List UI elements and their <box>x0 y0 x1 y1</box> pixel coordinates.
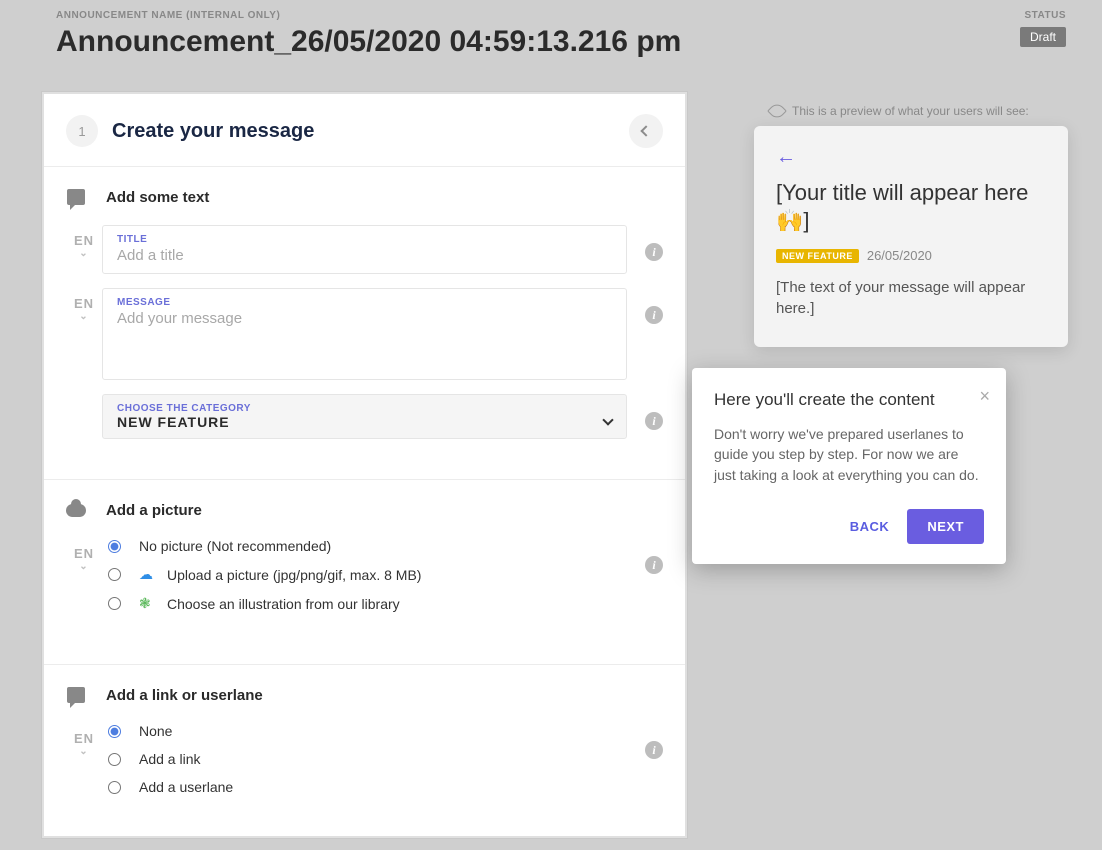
radio-add-userlane[interactable]: Add a userlane <box>108 779 627 795</box>
text-section: Add some text EN⌄ TITLE i EN⌄ MESSAGE i … <box>44 167 685 480</box>
message-input-box[interactable]: MESSAGE <box>102 288 627 380</box>
collapse-button[interactable] <box>629 114 663 148</box>
status-badge: Draft <box>1020 27 1066 47</box>
info-icon[interactable]: i <box>645 412 663 430</box>
radio-link-none[interactable]: None <box>108 723 627 739</box>
chevron-down-icon <box>602 414 613 425</box>
step-number: 1 <box>66 115 98 147</box>
info-icon[interactable]: i <box>645 556 663 574</box>
preview-body: [The text of your message will appear he… <box>776 277 1046 319</box>
announcement-name-label: ANNOUNCEMENT NAME (INTERNAL ONLY) <box>56 10 681 21</box>
chat-bubble-icon <box>66 685 86 705</box>
tour-title: Here you'll create the content <box>714 390 984 410</box>
eye-icon <box>767 101 787 121</box>
language-selector[interactable]: EN⌄ <box>66 288 102 322</box>
preview-feature-badge: NEW FEATURE <box>776 249 859 263</box>
chat-bubble-icon <box>66 187 86 207</box>
preview-caption: This is a preview of what your users wil… <box>770 104 1029 118</box>
tour-body: Don't worry we've prepared userlanes to … <box>714 424 984 485</box>
title-input-box[interactable]: TITLE <box>102 225 627 274</box>
message-input[interactable] <box>117 310 612 366</box>
language-selector[interactable]: EN⌄ <box>66 538 102 572</box>
message-editor-panel: 1 Create your message Add some text EN⌄ … <box>42 92 687 838</box>
preview-back-arrow[interactable]: ← <box>776 146 1046 169</box>
info-icon[interactable]: i <box>645 306 663 324</box>
picture-section-title: Add a picture <box>106 502 202 519</box>
cloud-upload-icon: ☁ <box>139 566 157 583</box>
language-selector[interactable]: EN⌄ <box>66 225 102 259</box>
step-header: 1 Create your message <box>44 94 685 167</box>
language-selector[interactable]: EN⌄ <box>66 723 102 757</box>
category-select[interactable]: CHOOSE THE CATEGORY NEW FEATURE <box>102 394 627 439</box>
chevron-left-icon <box>640 125 651 136</box>
preview-title: [Your title will appear here 🙌] <box>776 179 1046 234</box>
link-section-title: Add a link or userlane <box>106 687 263 704</box>
radio-library-picture[interactable]: ❃ Choose an illustration from our librar… <box>108 595 627 612</box>
radio-add-link[interactable]: Add a link <box>108 751 627 767</box>
info-icon[interactable]: i <box>645 741 663 759</box>
tour-close-button[interactable]: × <box>979 386 990 407</box>
title-input[interactable] <box>117 247 612 264</box>
tour-next-button[interactable]: NEXT <box>907 509 984 544</box>
preview-card: ← [Your title will appear here 🙌] NEW FE… <box>754 126 1068 347</box>
text-section-title: Add some text <box>106 189 209 206</box>
preview-date: 26/05/2020 <box>867 248 932 263</box>
picture-section: Add a picture EN⌄ No picture (Not recomm… <box>44 480 685 665</box>
radio-no-picture[interactable]: No picture (Not recommended) <box>108 538 627 554</box>
step-title: Create your message <box>112 120 629 143</box>
library-icon: ❃ <box>139 595 157 612</box>
tour-back-button[interactable]: BACK <box>850 519 890 534</box>
page-header: ANNOUNCEMENT NAME (INTERNAL ONLY) Announ… <box>0 0 1102 59</box>
cloud-download-icon <box>66 500 86 520</box>
link-section: Add a link or userlane EN⌄ None Add a li… <box>44 665 685 838</box>
radio-upload-picture[interactable]: ☁ Upload a picture (jpg/png/gif, max. 8 … <box>108 566 627 583</box>
page-title: Announcement_26/05/2020 04:59:13.216 pm <box>56 25 681 59</box>
tour-popup: × Here you'll create the content Don't w… <box>692 368 1006 564</box>
status-label: STATUS <box>1020 10 1066 21</box>
info-icon[interactable]: i <box>645 243 663 261</box>
